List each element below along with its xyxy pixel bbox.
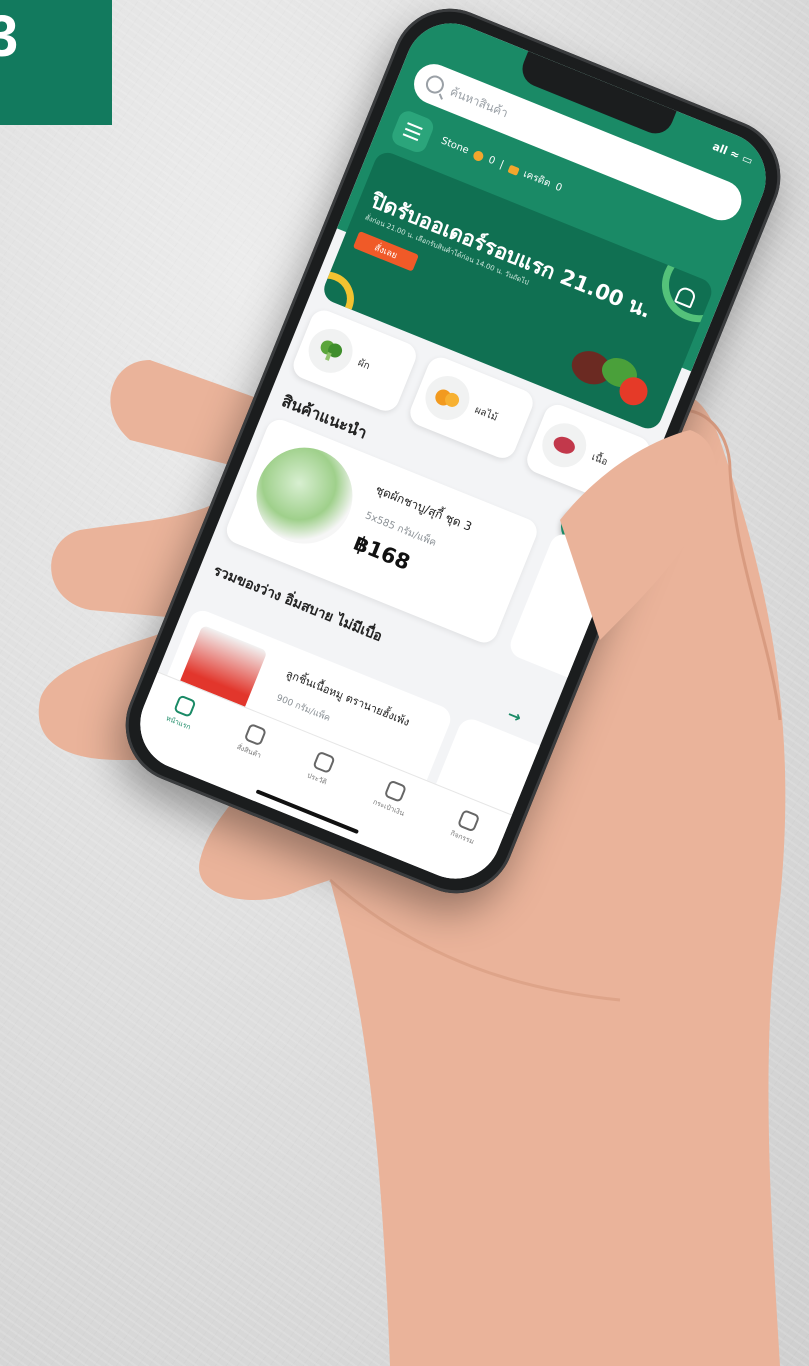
thumb [560, 430, 717, 640]
